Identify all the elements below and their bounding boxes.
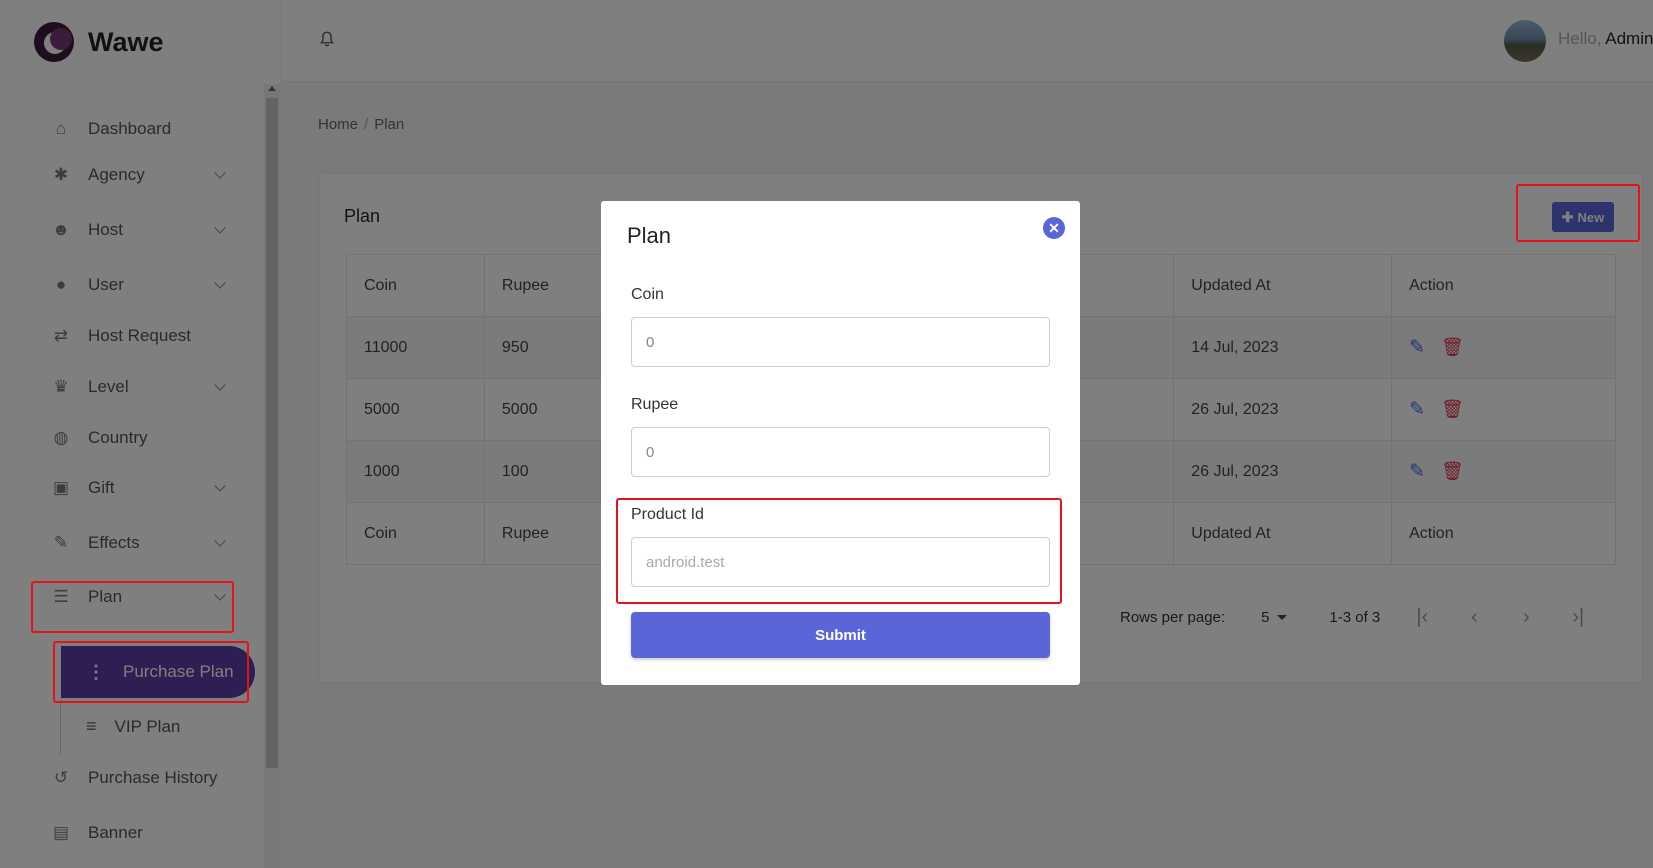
dialog-title: Plan — [627, 223, 672, 248]
highlight-box — [31, 581, 234, 633]
coin-label: Coin — [631, 286, 664, 303]
coin-input[interactable]: 0 — [631, 317, 1050, 367]
close-icon[interactable]: ✕ — [1043, 217, 1065, 239]
highlight-box — [616, 498, 1062, 604]
highlight-box — [53, 641, 249, 703]
highlight-box — [1516, 184, 1640, 242]
rupee-label: Rupee — [631, 396, 679, 413]
rupee-input[interactable]: 0 — [631, 427, 1050, 477]
plan-dialog: Plan ✕ Coin 0 Rupee 0 Product Id android… — [601, 201, 1080, 685]
submit-button[interactable]: Submit — [631, 612, 1050, 658]
